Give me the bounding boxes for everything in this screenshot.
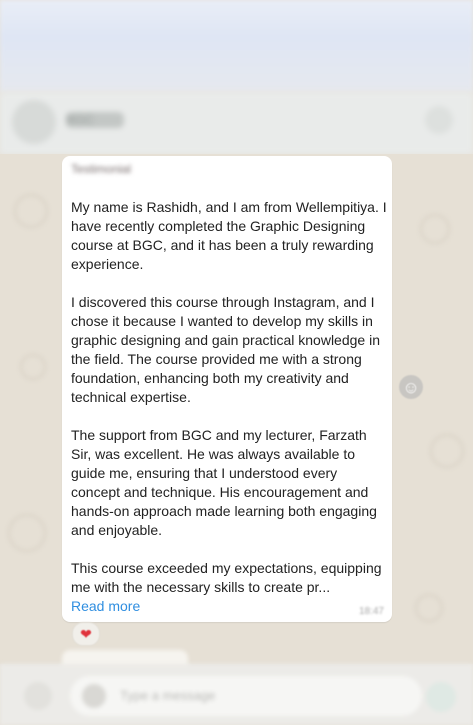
message-sender: Testimonial: [71, 162, 132, 176]
contact-name[interactable]: BGC: [66, 112, 124, 128]
status-strip: [0, 0, 473, 92]
reaction-badge[interactable]: ❤: [72, 622, 100, 646]
attach-icon[interactable]: [82, 684, 106, 708]
send-icon[interactable]: [426, 682, 456, 712]
message-timestamp: 18:47: [358, 606, 384, 617]
message-input-placeholder: Type a message: [120, 688, 216, 703]
contact-avatar[interactable]: [12, 100, 56, 144]
menu-icon[interactable]: [425, 106, 453, 134]
heart-icon: ❤: [80, 626, 92, 642]
emoji-icon[interactable]: [24, 682, 52, 710]
message-composer: Type a message: [0, 664, 473, 725]
smiley-icon[interactable]: ☺: [399, 375, 423, 399]
chat-header: BGC: [0, 92, 473, 154]
read-more-link[interactable]: Read more: [71, 598, 140, 614]
message-bubble[interactable]: Testimonial My name is Rashidh, and I am…: [62, 156, 392, 622]
message-text: My name is Rashidh, and I am from Wellem…: [71, 199, 387, 595]
